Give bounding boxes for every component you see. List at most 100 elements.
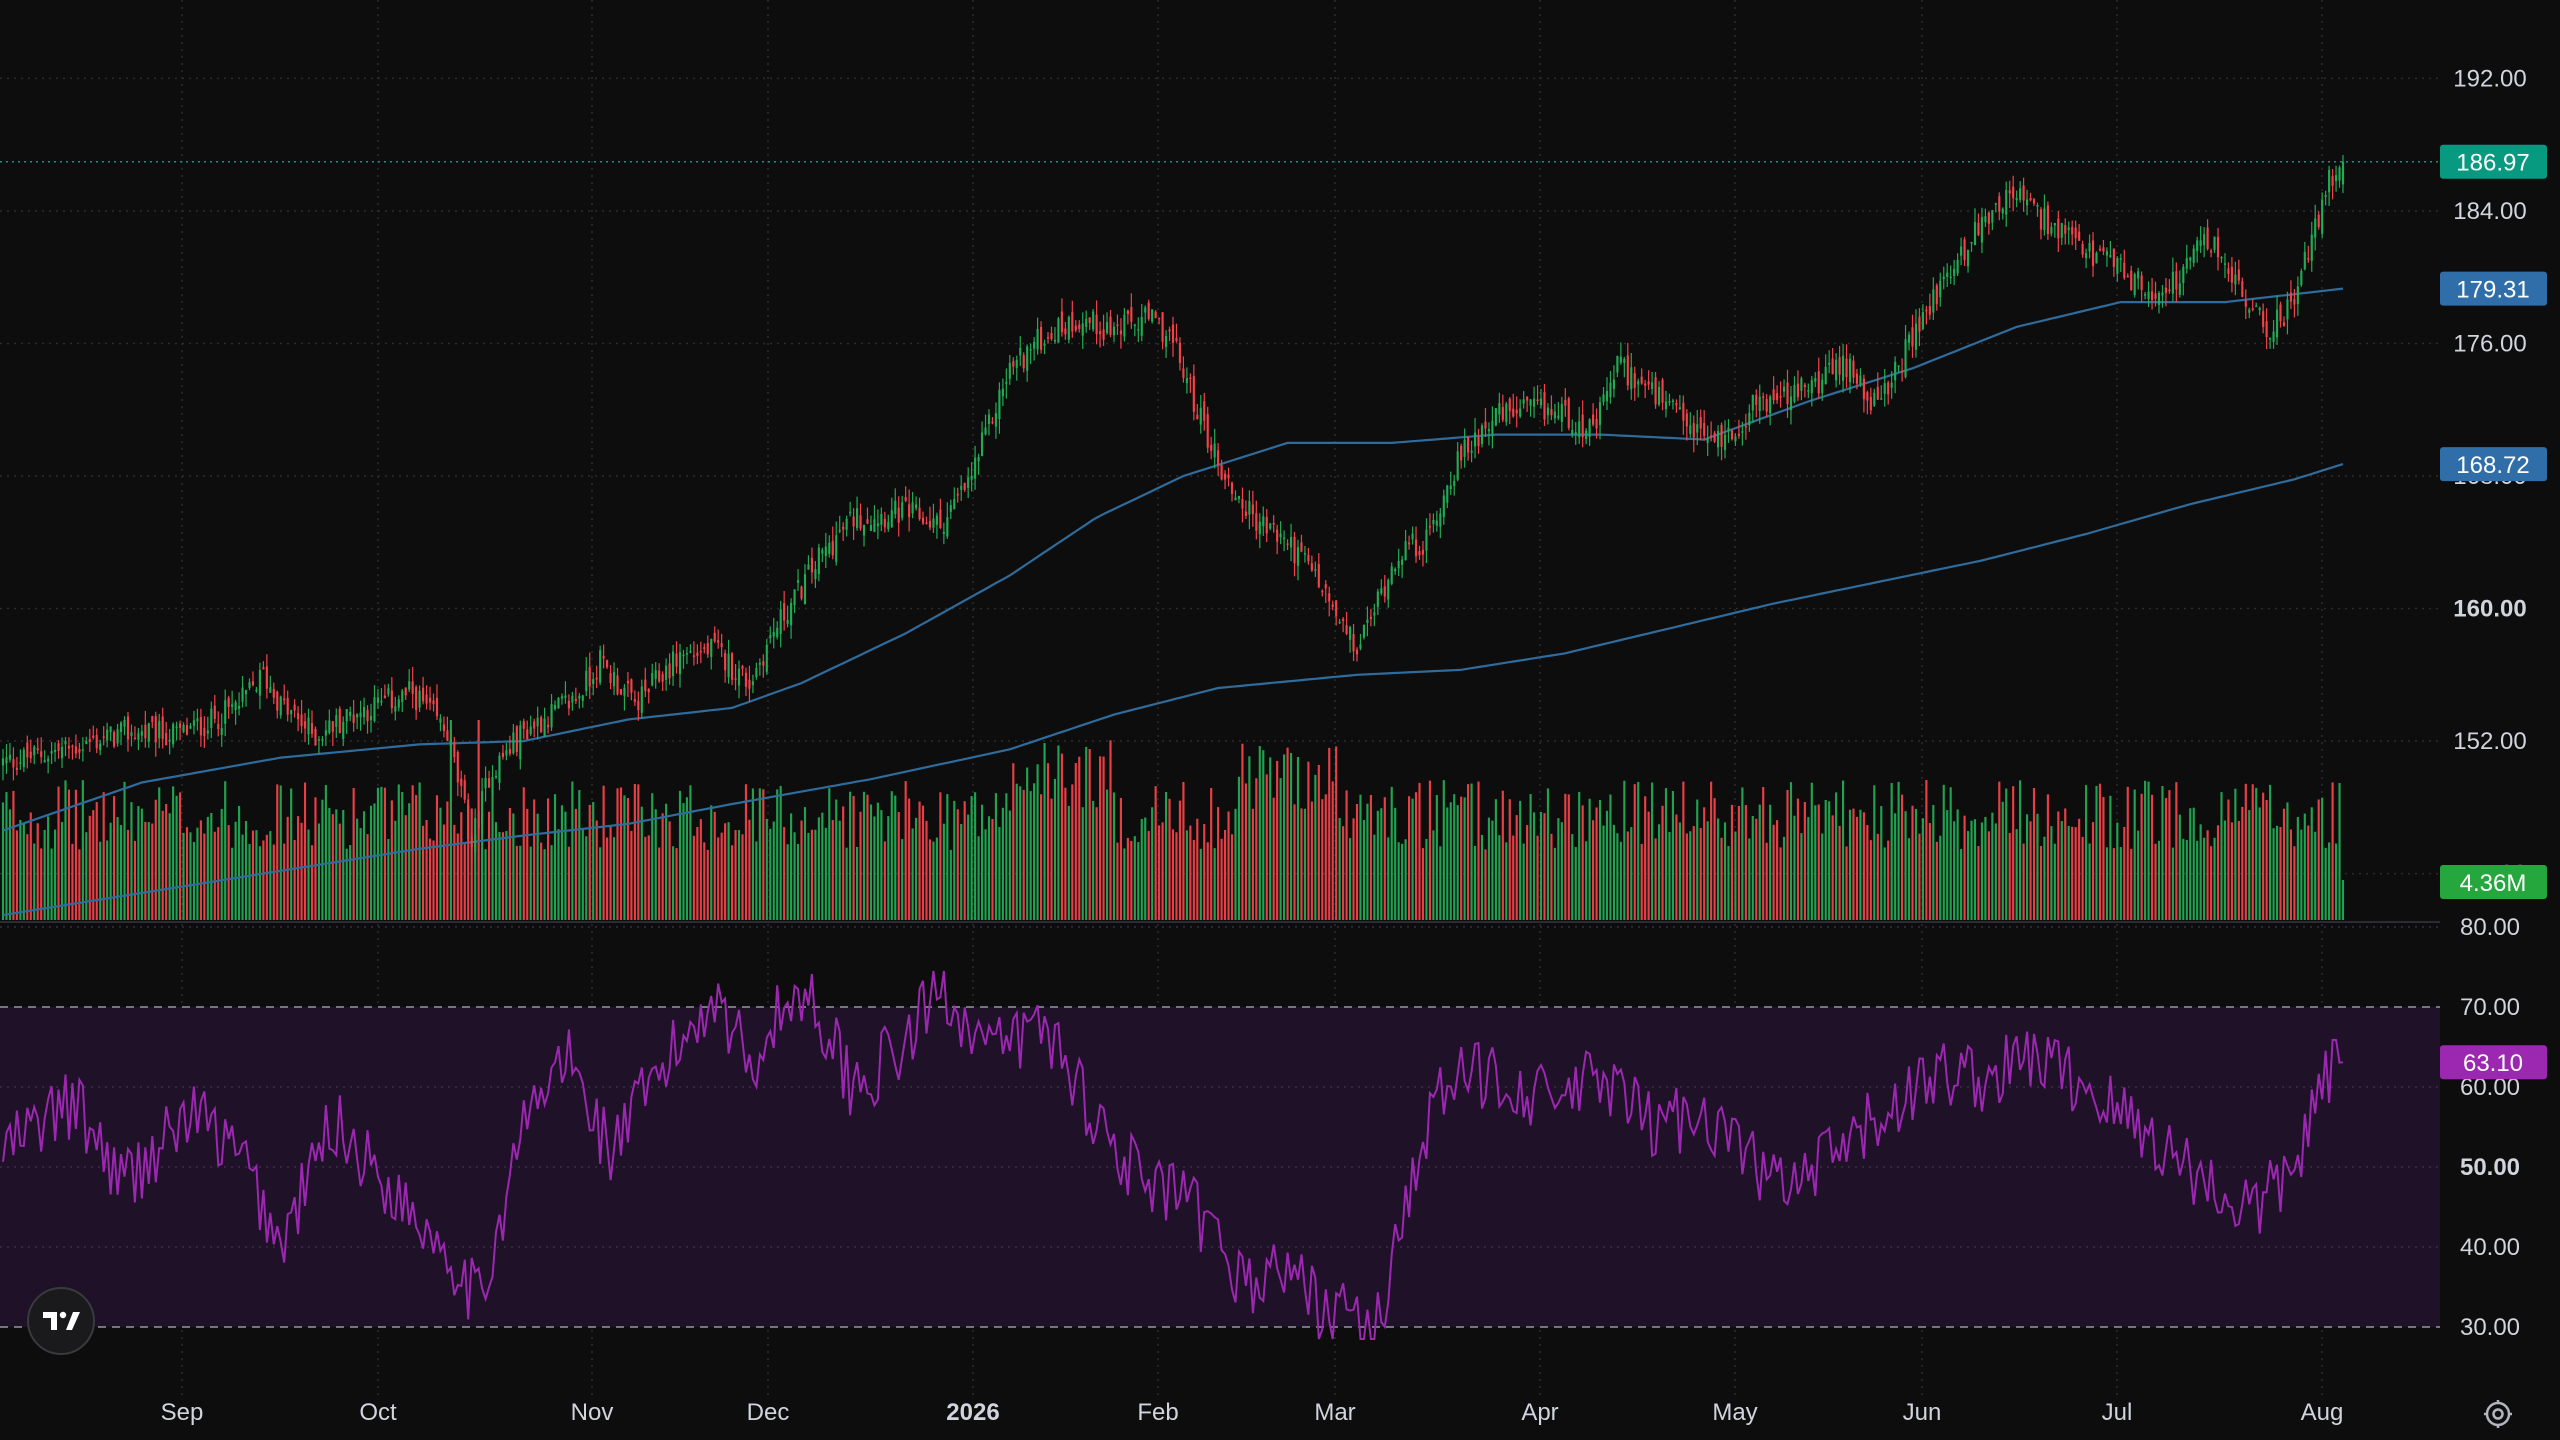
volume-bar xyxy=(2206,830,2209,920)
candle-body xyxy=(2203,234,2206,246)
volume-bar xyxy=(1901,794,1904,920)
candle-body xyxy=(915,504,918,509)
candle-body xyxy=(1012,361,1015,367)
volume-bar xyxy=(1102,756,1105,920)
candle-body xyxy=(1328,593,1331,602)
volume-bar xyxy=(522,787,525,920)
volume-bar xyxy=(1008,810,1011,920)
volume-bar xyxy=(2053,843,2056,920)
candle-body xyxy=(210,708,213,728)
volume-bar xyxy=(1338,817,1341,920)
volume-bar xyxy=(203,833,206,920)
volume-bar xyxy=(838,820,841,920)
volume-bar xyxy=(1588,798,1591,920)
volume-bar xyxy=(2064,808,2067,920)
volume-bar xyxy=(2012,786,2015,920)
volume-bar xyxy=(2216,825,2220,920)
volume-bar xyxy=(1206,842,1209,920)
volume-bar xyxy=(987,816,991,920)
volume-bar xyxy=(692,835,695,920)
volume-bar xyxy=(1862,812,1865,920)
volume-bar xyxy=(1192,840,1195,920)
volume-bar xyxy=(1015,783,1018,920)
candle-body xyxy=(394,706,397,712)
candle-body xyxy=(453,742,456,758)
volume-bar xyxy=(1147,830,1150,920)
candle-body xyxy=(1105,322,1109,333)
time-axis-tick-label: 2026 xyxy=(946,1399,999,1426)
candle-body xyxy=(529,726,532,735)
volume-bar xyxy=(626,798,630,920)
volume-bar xyxy=(1046,763,1050,920)
candle-body xyxy=(484,777,487,789)
volume-bar xyxy=(2178,814,2181,920)
volume-bar xyxy=(2185,839,2188,920)
candle-body xyxy=(2116,257,2119,274)
candle-body xyxy=(602,655,605,659)
candle-body xyxy=(1668,401,1671,403)
candle-body xyxy=(2331,176,2334,186)
volume-bar xyxy=(116,817,119,920)
gear-icon[interactable] xyxy=(2478,1394,2518,1434)
candle-body xyxy=(2043,208,2046,231)
candle-body xyxy=(1293,536,1296,564)
volume-bar xyxy=(106,840,109,920)
candle-body xyxy=(2279,304,2282,322)
price-chart[interactable]: 192.00184.00176.00168.00160.00152.00144.… xyxy=(0,0,2560,1440)
candle-body xyxy=(2317,214,2320,227)
candle-body xyxy=(1241,498,1244,509)
volume-bar xyxy=(1810,782,1813,920)
volume-bar xyxy=(1168,798,1171,920)
volume-bar xyxy=(2071,826,2074,920)
candle-body xyxy=(1425,529,1428,551)
chart-area[interactable]: 192.00184.00176.00168.00160.00152.00144.… xyxy=(0,0,2560,1440)
candle-body xyxy=(467,805,470,840)
candle-body xyxy=(904,497,907,501)
candle-body xyxy=(803,574,807,605)
volume-bar xyxy=(137,806,140,920)
volume-bar xyxy=(248,844,251,920)
volume-bar xyxy=(1376,810,1379,920)
candle-body xyxy=(1612,379,1615,389)
volume-bar xyxy=(81,780,84,920)
candle-body xyxy=(1262,516,1265,527)
volume-bar xyxy=(1647,811,1650,920)
volume-bar xyxy=(1116,842,1119,920)
volume-bar xyxy=(501,832,505,920)
candle-body xyxy=(144,724,147,739)
volume-bar xyxy=(33,843,36,920)
volume-bar xyxy=(1852,808,1855,920)
candle-body xyxy=(2314,218,2317,238)
volume-bar xyxy=(1675,814,1678,920)
volume-bar xyxy=(849,791,852,920)
volume-bar xyxy=(303,782,307,920)
volume-bar xyxy=(1262,750,1265,920)
volume-bar xyxy=(2025,814,2029,920)
candle-body xyxy=(269,687,272,693)
candle-body xyxy=(404,687,407,696)
volume-bar xyxy=(71,843,74,920)
candle-body xyxy=(85,741,88,745)
tradingview-logo-icon[interactable] xyxy=(27,1287,95,1355)
volume-bar xyxy=(1678,822,1681,920)
candle-body xyxy=(182,724,185,732)
volume-bar xyxy=(935,837,938,920)
candle-body xyxy=(2157,292,2161,305)
rsi-axis-tick-label: 70.00 xyxy=(2460,994,2520,1021)
volume-bar xyxy=(1182,781,1185,920)
candle-body xyxy=(1810,380,1813,394)
candle-body xyxy=(2130,270,2133,290)
candle-body xyxy=(1605,390,1609,402)
candle-body xyxy=(2081,243,2084,255)
candle-body xyxy=(2262,311,2265,327)
volume-bar xyxy=(349,845,352,920)
volume-bar xyxy=(2140,793,2143,920)
candle-body xyxy=(307,717,310,735)
candle-body xyxy=(380,700,383,703)
volume-bar xyxy=(238,805,241,920)
candle-body xyxy=(2154,293,2157,299)
volume-bar xyxy=(689,785,692,920)
volume-bar xyxy=(1217,807,1220,920)
candle-body xyxy=(1706,438,1709,443)
candle-body xyxy=(755,668,758,678)
